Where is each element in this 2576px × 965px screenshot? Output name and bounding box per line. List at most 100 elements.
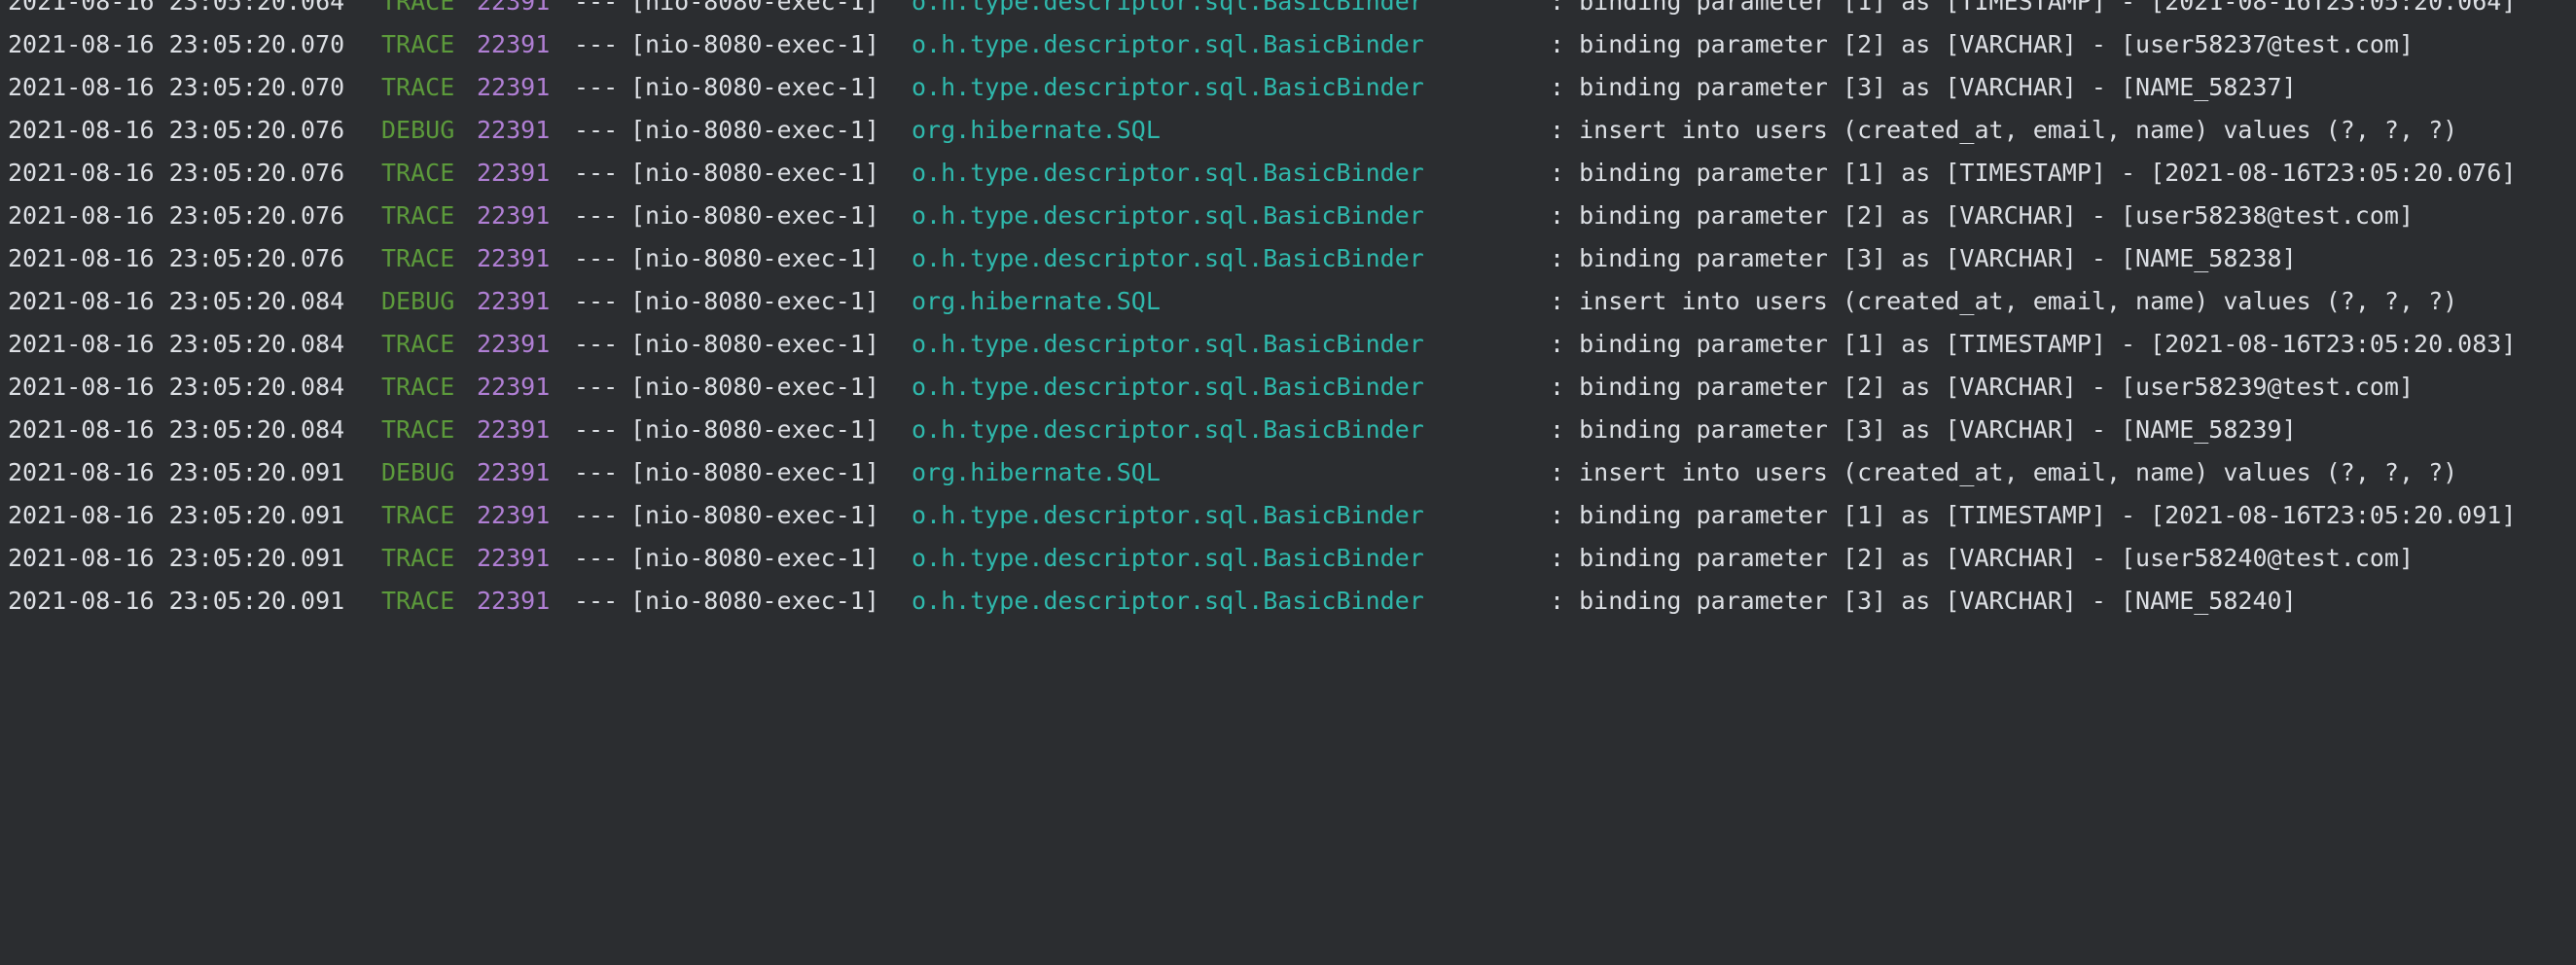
log-message: : binding parameter [3] as [VARCHAR] - [… <box>1550 73 2297 101</box>
log-timestamp: 2021-08-16 23:05:20.076 <box>8 159 345 187</box>
log-line: 2021-08-16 23:05:20.084 DEBUG 22391 --- … <box>0 280 2576 323</box>
log-separator: --- <box>574 458 619 486</box>
log-pid: 22391 <box>477 501 551 529</box>
log-thread: [nio-8080-exec-1] <box>630 73 879 101</box>
log-line: 2021-08-16 23:05:20.084 TRACE 22391 --- … <box>0 366 2576 409</box>
log-logger: o.h.type.descriptor.sql.BasicBinder <box>912 30 1424 58</box>
log-line: 2021-08-16 23:05:20.091 DEBUG 22391 --- … <box>0 451 2576 494</box>
log-separator: --- <box>574 373 619 401</box>
log-message: : binding parameter [1] as [TIMESTAMP] -… <box>1550 501 2517 529</box>
log-line: 2021-08-16 23:05:20.070 TRACE 22391 --- … <box>0 66 2576 109</box>
log-pid: 22391 <box>477 0 551 16</box>
log-line: 2021-08-16 23:05:20.091 TRACE 22391 --- … <box>0 537 2576 580</box>
log-message: : binding parameter [1] as [TIMESTAMP] -… <box>1550 159 2517 187</box>
log-pid: 22391 <box>477 201 551 230</box>
log-timestamp: 2021-08-16 23:05:20.064 <box>8 0 345 16</box>
console-output[interactable]: 2021-08-16 23:05:20.064 TRACE 22391 --- … <box>0 0 2576 623</box>
log-separator: --- <box>574 415 619 444</box>
log-level: TRACE <box>381 159 455 187</box>
log-timestamp: 2021-08-16 23:05:20.076 <box>8 244 345 272</box>
log-message: : insert into users (created_at, email, … <box>1550 116 2458 144</box>
log-message: : binding parameter [2] as [VARCHAR] - [… <box>1550 544 2415 572</box>
log-message: : binding parameter [2] as [VARCHAR] - [… <box>1550 373 2415 401</box>
log-timestamp: 2021-08-16 23:05:20.084 <box>8 287 345 315</box>
log-separator: --- <box>574 201 619 230</box>
log-level: TRACE <box>381 244 455 272</box>
log-level: TRACE <box>381 30 455 58</box>
log-logger: o.h.type.descriptor.sql.BasicBinder <box>912 587 1424 615</box>
log-logger: o.h.type.descriptor.sql.BasicBinder <box>912 244 1424 272</box>
log-pid: 22391 <box>477 159 551 187</box>
log-separator: --- <box>574 330 619 358</box>
log-pid: 22391 <box>477 73 551 101</box>
log-separator: --- <box>574 287 619 315</box>
log-level: TRACE <box>381 415 455 444</box>
log-logger: org.hibernate.SQL <box>912 116 1161 144</box>
log-timestamp: 2021-08-16 23:05:20.091 <box>8 458 345 486</box>
log-thread: [nio-8080-exec-1] <box>630 458 879 486</box>
log-timestamp: 2021-08-16 23:05:20.091 <box>8 501 345 529</box>
log-pid: 22391 <box>477 458 551 486</box>
log-line: 2021-08-16 23:05:20.076 DEBUG 22391 --- … <box>0 109 2576 152</box>
log-thread: [nio-8080-exec-1] <box>630 587 879 615</box>
log-separator: --- <box>574 0 619 16</box>
log-level: TRACE <box>381 0 455 16</box>
log-level: TRACE <box>381 201 455 230</box>
log-pid: 22391 <box>477 30 551 58</box>
log-thread: [nio-8080-exec-1] <box>630 201 879 230</box>
log-timestamp: 2021-08-16 23:05:20.070 <box>8 30 345 58</box>
log-level: TRACE <box>381 501 455 529</box>
log-message: : binding parameter [3] as [VARCHAR] - [… <box>1550 415 2297 444</box>
log-separator: --- <box>574 501 619 529</box>
log-separator: --- <box>574 244 619 272</box>
log-logger: o.h.type.descriptor.sql.BasicBinder <box>912 373 1424 401</box>
log-timestamp: 2021-08-16 23:05:20.091 <box>8 587 345 615</box>
log-logger: org.hibernate.SQL <box>912 458 1161 486</box>
log-message: : binding parameter [2] as [VARCHAR] - [… <box>1550 30 2415 58</box>
log-pid: 22391 <box>477 587 551 615</box>
log-separator: --- <box>574 30 619 58</box>
log-thread: [nio-8080-exec-1] <box>630 287 879 315</box>
log-separator: --- <box>574 73 619 101</box>
log-message: : binding parameter [2] as [VARCHAR] - [… <box>1550 201 2415 230</box>
log-thread: [nio-8080-exec-1] <box>630 30 879 58</box>
log-message: : binding parameter [1] as [TIMESTAMP] -… <box>1550 0 2517 16</box>
log-logger: o.h.type.descriptor.sql.BasicBinder <box>912 415 1424 444</box>
log-logger: o.h.type.descriptor.sql.BasicBinder <box>912 330 1424 358</box>
log-separator: --- <box>574 116 619 144</box>
log-level: TRACE <box>381 73 455 101</box>
log-message: : insert into users (created_at, email, … <box>1550 287 2458 315</box>
log-message: : binding parameter [3] as [VARCHAR] - [… <box>1550 244 2297 272</box>
log-pid: 22391 <box>477 116 551 144</box>
log-message: : binding parameter [1] as [TIMESTAMP] -… <box>1550 330 2517 358</box>
log-thread: [nio-8080-exec-1] <box>630 415 879 444</box>
log-timestamp: 2021-08-16 23:05:20.084 <box>8 330 345 358</box>
log-thread: [nio-8080-exec-1] <box>630 0 879 16</box>
log-line: 2021-08-16 23:05:20.091 TRACE 22391 --- … <box>0 580 2576 623</box>
log-logger: o.h.type.descriptor.sql.BasicBinder <box>912 201 1424 230</box>
log-thread: [nio-8080-exec-1] <box>630 544 879 572</box>
log-level: TRACE <box>381 544 455 572</box>
log-logger: o.h.type.descriptor.sql.BasicBinder <box>912 544 1424 572</box>
log-separator: --- <box>574 587 619 615</box>
log-pid: 22391 <box>477 415 551 444</box>
log-thread: [nio-8080-exec-1] <box>630 330 879 358</box>
log-timestamp: 2021-08-16 23:05:20.091 <box>8 544 345 572</box>
log-line: 2021-08-16 23:05:20.076 TRACE 22391 --- … <box>0 195 2576 237</box>
log-separator: --- <box>574 159 619 187</box>
log-level: DEBUG <box>381 287 455 315</box>
log-thread: [nio-8080-exec-1] <box>630 373 879 401</box>
log-line: 2021-08-16 23:05:20.070 TRACE 22391 --- … <box>0 23 2576 66</box>
log-line: 2021-08-16 23:05:20.084 TRACE 22391 --- … <box>0 409 2576 451</box>
log-timestamp: 2021-08-16 23:05:20.084 <box>8 373 345 401</box>
log-line: 2021-08-16 23:05:20.076 TRACE 22391 --- … <box>0 152 2576 195</box>
log-logger: org.hibernate.SQL <box>912 287 1161 315</box>
log-timestamp: 2021-08-16 23:05:20.084 <box>8 415 345 444</box>
log-thread: [nio-8080-exec-1] <box>630 244 879 272</box>
log-timestamp: 2021-08-16 23:05:20.070 <box>8 73 345 101</box>
log-thread: [nio-8080-exec-1] <box>630 159 879 187</box>
log-level: DEBUG <box>381 458 455 486</box>
log-level: TRACE <box>381 587 455 615</box>
log-pid: 22391 <box>477 244 551 272</box>
log-pid: 22391 <box>477 544 551 572</box>
